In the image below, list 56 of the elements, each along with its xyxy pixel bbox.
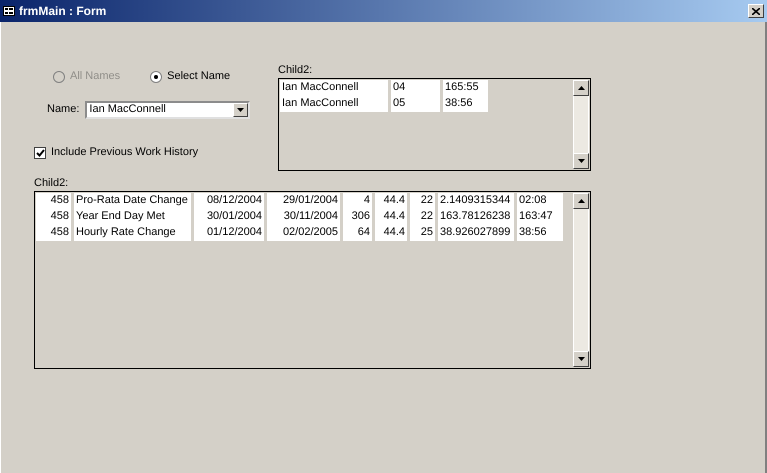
list-cell: 02:08	[517, 193, 563, 209]
name-label: Name:	[47, 103, 80, 117]
list-cell: 01/12/2004	[194, 225, 264, 241]
list-cell: 163.78126238	[438, 209, 514, 225]
list-box[interactable]: Ian MacConnell 04 165:55 Ian MacConnell 05 38:56	[278, 78, 591, 171]
close-button[interactable]	[748, 4, 764, 18]
list-cell: 44.4	[375, 193, 407, 209]
list-cell: 30/01/2004	[194, 209, 264, 225]
list-cell: 04	[391, 80, 440, 96]
list-cell: 458	[36, 209, 71, 225]
list-cell: 458	[36, 225, 71, 241]
list-cell: 44.4	[375, 209, 407, 225]
include-history-checkbox[interactable]: Include Previous Work History	[34, 146, 198, 160]
list-cell: 4	[343, 193, 372, 209]
radio-button[interactable]: Select Name	[150, 70, 230, 84]
down-arrow-icon	[578, 159, 584, 163]
list-cell: Year End Day Met	[74, 209, 191, 225]
dropdown-button[interactable]	[233, 103, 248, 117]
scroll-down-button[interactable]	[573, 153, 589, 169]
list-cell: 08/12/2004	[194, 193, 264, 209]
up-arrow-icon	[578, 199, 584, 203]
form-icon	[3, 6, 15, 16]
list-cell: 30/11/2004	[267, 209, 340, 225]
check-icon	[36, 148, 44, 157]
list-cell: Ian MacConnell	[280, 96, 388, 112]
list-cell: 38:56	[517, 225, 563, 241]
list-cell: 165:55	[443, 80, 488, 96]
list-cell: 22	[410, 209, 435, 225]
scroll-up-button[interactable]	[573, 193, 589, 209]
scroll-down-button[interactable]	[573, 351, 589, 367]
caret-icon	[237, 108, 244, 112]
list-cell: 306	[343, 209, 372, 225]
list-cell: Hourly Rate Change	[74, 225, 191, 241]
list-cell: 22	[410, 193, 435, 209]
name-combo-box[interactable]: Ian MacConnell	[85, 101, 250, 119]
list-cell: 64	[343, 225, 372, 241]
list-cell: 02/02/2005	[267, 225, 340, 241]
list-cell: 05	[391, 96, 440, 112]
window-title: frmMain : Form	[19, 4, 106, 18]
list-cell: Pro-Rata Date Change	[74, 193, 191, 209]
list-cell: 38.926027899	[438, 225, 514, 241]
list-cell: 29/01/2004	[267, 193, 340, 209]
close-icon	[752, 8, 760, 14]
list-label: Child2:	[34, 177, 70, 190]
list-cell: 2.1409315344	[438, 193, 514, 209]
list-cell: 458	[36, 193, 71, 209]
list-cell: 25	[410, 225, 435, 241]
down-arrow-icon	[578, 357, 584, 361]
list-label: Child2:	[278, 64, 314, 77]
list-cell: 163:47	[517, 209, 563, 225]
up-arrow-icon	[578, 86, 584, 90]
list-box[interactable]	[34, 191, 591, 369]
list-cell: 44.4	[375, 225, 407, 241]
list-cell: Ian MacConnell	[280, 80, 388, 96]
scroll-up-button[interactable]	[573, 80, 589, 96]
list-cell: 38:56	[443, 96, 488, 112]
